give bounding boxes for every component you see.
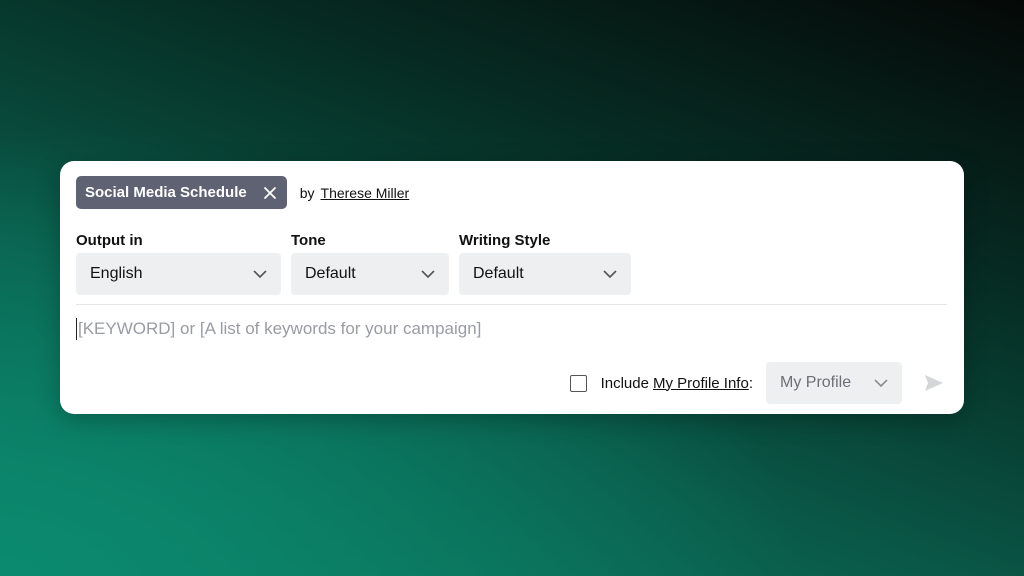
include-profile-checkbox[interactable]	[569, 374, 587, 392]
output-language-label: Output in	[76, 232, 143, 249]
my-profile-info-link[interactable]: My Profile Info	[653, 375, 749, 392]
divider	[76, 304, 947, 305]
tone-label: Tone	[291, 232, 326, 249]
output-language-field: Output in English	[76, 232, 281, 295]
prompt-placeholder: [KEYWORD] or [A list of keywords for you…	[78, 319, 482, 338]
tone-select[interactable]: Default	[291, 253, 449, 295]
colon: :	[748, 374, 753, 392]
chevron-down-icon	[421, 270, 435, 278]
include-label: Include	[600, 374, 649, 392]
close-icon[interactable]	[263, 186, 277, 200]
prompt-template-title: Social Media Schedule	[85, 184, 247, 201]
writing-style-select[interactable]: Default	[459, 253, 631, 295]
output-language-select[interactable]: English	[76, 253, 281, 295]
writing-style-value: Default	[473, 265, 524, 282]
prompt-header: Social Media Schedule by Therese Miller	[76, 176, 409, 209]
profile-select-value: My Profile	[780, 374, 852, 391]
profile-select[interactable]: My Profile	[766, 362, 902, 404]
chevron-down-icon	[874, 379, 888, 387]
prompt-card: Social Media Schedule by Therese Miller …	[60, 161, 964, 414]
tone-value: Default	[305, 265, 356, 282]
prompt-template-chip[interactable]: Social Media Schedule	[76, 176, 287, 209]
prompt-input[interactable]: [KEYWORD] or [A list of keywords for you…	[76, 317, 947, 341]
output-language-value: English	[90, 265, 143, 282]
send-icon[interactable]	[924, 373, 944, 393]
chevron-down-icon	[253, 270, 267, 278]
writing-style-field: Writing Style Default	[459, 232, 631, 295]
text-caret	[76, 318, 77, 340]
by-label: by	[299, 184, 315, 201]
writing-style-label: Writing Style	[459, 232, 551, 249]
chevron-down-icon	[603, 270, 617, 278]
tone-field: Tone Default	[291, 232, 449, 295]
author-link[interactable]: Therese Miller	[321, 185, 410, 201]
prompt-footer: Include My Profile Info : My Profile	[569, 362, 944, 404]
